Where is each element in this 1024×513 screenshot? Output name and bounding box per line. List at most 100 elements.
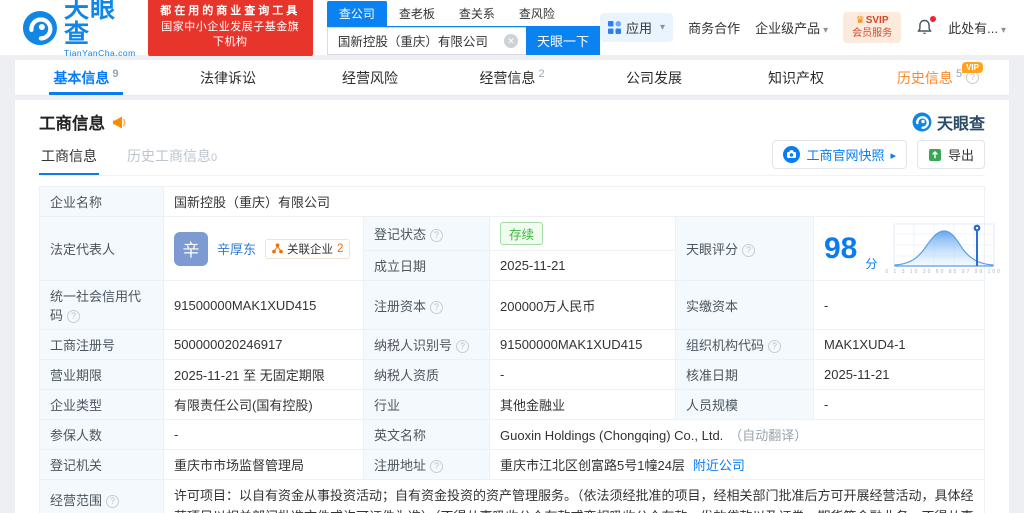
related-companies-badge[interactable]: 关联企业 2 [265,238,351,259]
industry-label: 行业 [363,389,490,420]
tab-basic-info[interactable]: 基本信息 9 [15,60,157,95]
tianyancha-logo[interactable]: 天眼查 TianYanCha.com [22,0,138,58]
help-icon[interactable] [430,460,444,473]
english-name-value: Guoxin Holdings (Chongqing) Co., Ltd. （自动… [489,419,985,450]
credit-code-value: 91500000MAK1XUD415 [163,280,364,330]
reg-authority-value: 重庆市市场监督管理局 [163,449,364,480]
paid-capital-label: 实缴资本 [675,280,814,330]
subtab-history-business-info[interactable]: 历史工商信息0 [125,142,219,175]
row-insured: 参保人数 - 英文名称 Guoxin Holdings (Chongqing) … [39,419,985,450]
score-unit: 分 [865,257,878,271]
taxpayer-id-value: 91500000MAK1XUD415 [489,329,676,360]
business-info-table: 企业名称 国新控股（重庆）有限公司 法定代表人 辛 辛厚东 关联企业 2 登记状… [39,186,1000,513]
logo-domain: TianYanCha.com [63,48,136,59]
legal-rep-label: 法定代表人 [39,216,164,281]
watermark-swirl-icon [912,112,932,132]
tab-company-development[interactable]: 公司发展 [583,60,725,95]
paid-capital-value: - [813,280,985,330]
est-date-value: 2025-11-21 [489,250,676,281]
tab-intellectual-property[interactable]: 知识产权 [725,60,867,95]
vip-tag: VIP [962,62,983,73]
row-type: 企业类型 有限责任公司(国有控股) 行业 其他金融业 人员规模 - [39,389,985,420]
related-graph-icon [272,243,283,254]
search-type-tabs: 查公司 查老板 查关系 查风险 [326,0,601,27]
chevron-right-icon [890,147,896,162]
tab-legal-proceedings[interactable]: 法律诉讼 [157,60,299,95]
clear-search-icon[interactable] [504,33,519,48]
active-tab-indicator [49,92,123,95]
tab-business-info[interactable]: 经营信息 2 [441,60,583,95]
reg-status-label: 登记状态 [363,216,490,251]
reg-address-value: 重庆市江北区创富路5号1幢24层 附近公司 [489,449,985,480]
chart-x-ticks: 0 1 3 10 30 60 85 97 99 100 [885,269,1002,275]
search-tab-relation[interactable]: 查关系 [447,1,507,26]
business-info-card: 工商信息 天眼查 工商信息 历史工商信息0 工商官网快照 ▸ 导出 企业名称 国… [15,100,1009,513]
row-codes-2: 工商注册号 500000020246917 纳税人识别号 91500000MAK… [39,329,985,360]
search-tab-risk[interactable]: 查风险 [507,1,567,26]
tab-operating-risk[interactable]: 经营风险 [299,60,441,95]
est-date-label: 成立日期 [363,250,490,281]
search-input[interactable] [326,26,527,55]
company-nav-tabs: 基本信息 9 法律诉讼 经营风险 经营信息 2 公司发展 知识产权 VIP 历史信息… [15,60,1009,96]
company-name-label: 企业名称 [39,186,164,217]
business-term-label: 营业期限 [39,359,164,390]
approval-date-label: 核准日期 [675,359,814,390]
score-cell: 98 分 0 1 3 10 30 60 85 97 99 100 [813,216,1000,281]
reg-authority-label: 登记机关 [39,449,164,480]
row-term: 营业期限 2025-11-21 至 无固定期限 纳税人资质 - 核准日期 202… [39,359,985,390]
help-icon[interactable] [456,340,470,353]
nearby-companies-link[interactable]: 附近公司 [693,458,745,473]
apps-menu[interactable]: 应用 [600,13,674,42]
staff-size-value: - [813,389,985,420]
business-term-value: 2025-11-21 至 无固定期限 [163,359,364,390]
org-code-value: MAK1XUD4-1 [813,329,985,360]
score-distribution-chart[interactable]: 0 1 3 10 30 60 85 97 99 100 [885,222,1002,275]
subtab-business-info[interactable]: 工商信息 [39,142,99,175]
crown-icon [856,15,866,26]
search-tab-boss[interactable]: 查老板 [387,1,447,26]
row-scope: 经营范围 许可项目：以自有资金从事投资活动；自有资金投资的资产管理服务。（依法须… [39,479,985,513]
top-header: 天眼查 TianYanCha.com 都在用的商业查询工具 国家中小企业发展子基… [0,0,1024,58]
legal-rep-name-link[interactable]: 辛厚东 [217,239,256,258]
menu-enterprise-products[interactable]: 企业级产品 [755,18,828,37]
help-icon[interactable] [742,244,756,257]
help-icon[interactable] [768,340,782,353]
legal-rep-avatar[interactable]: 辛 [174,231,208,266]
section-title: 工商信息 [39,115,105,133]
export-icon [928,148,941,161]
official-snapshot-button[interactable]: 工商官网快照 [772,140,907,169]
reg-number-value: 500000020246917 [163,329,364,360]
megaphone-icon[interactable] [112,114,129,131]
reg-capital-label: 注册资本 [363,280,490,330]
tab-history-info[interactable]: VIP 历史信息 5 [867,60,1009,95]
menu-cooperation[interactable]: 商务合作 [688,18,740,37]
search-area: 查公司 查老板 查关系 查风险 天眼一下 [326,0,601,55]
english-name-label: 英文名称 [363,419,490,450]
business-scope-label: 经营范围 [39,479,164,513]
score-value: 98 [824,231,858,265]
logo-name: 天眼查 [63,0,116,49]
taxpayer-id-label: 纳税人识别号 [363,329,490,360]
tianyancha-watermark: 天眼查 [912,110,985,134]
svip-member-button[interactable]: SVIP 会员服务 [843,12,902,43]
help-icon[interactable] [106,495,120,508]
apps-label: 应用 [626,21,653,36]
user-account-menu[interactable]: 此处有... [948,18,1006,37]
auto-translate-note: （自动翻译） [729,428,808,443]
taxpayer-quality-value: - [489,359,676,390]
export-button[interactable]: 导出 [916,140,985,169]
notifications-bell-icon[interactable] [916,16,937,36]
help-icon[interactable] [430,300,444,314]
org-code-label: 组织机构代码 [675,329,814,360]
help-icon[interactable] [67,310,81,323]
insured-count-label: 参保人数 [39,419,164,450]
row-legal-rep: 法定代表人 辛 辛厚东 关联企业 2 登记状态? 存续 天眼评分? 98 分 0… [39,216,1000,281]
row-company-name: 企业名称 国新控股（重庆）有限公司 [39,186,985,217]
industry-value: 其他金融业 [489,389,676,420]
help-icon[interactable] [430,229,444,242]
row-codes-1: 统一社会信用代码 91500000MAK1XUD415 注册资本 200000万… [39,280,985,330]
logo-swirl-icon [22,10,57,45]
row-authority: 登记机关 重庆市市场监督管理局 注册地址 重庆市江北区创富路5号1幢24层附近公… [39,449,985,480]
search-tab-company[interactable]: 查公司 [326,0,387,26]
search-button[interactable]: 天眼一下 [526,26,601,55]
